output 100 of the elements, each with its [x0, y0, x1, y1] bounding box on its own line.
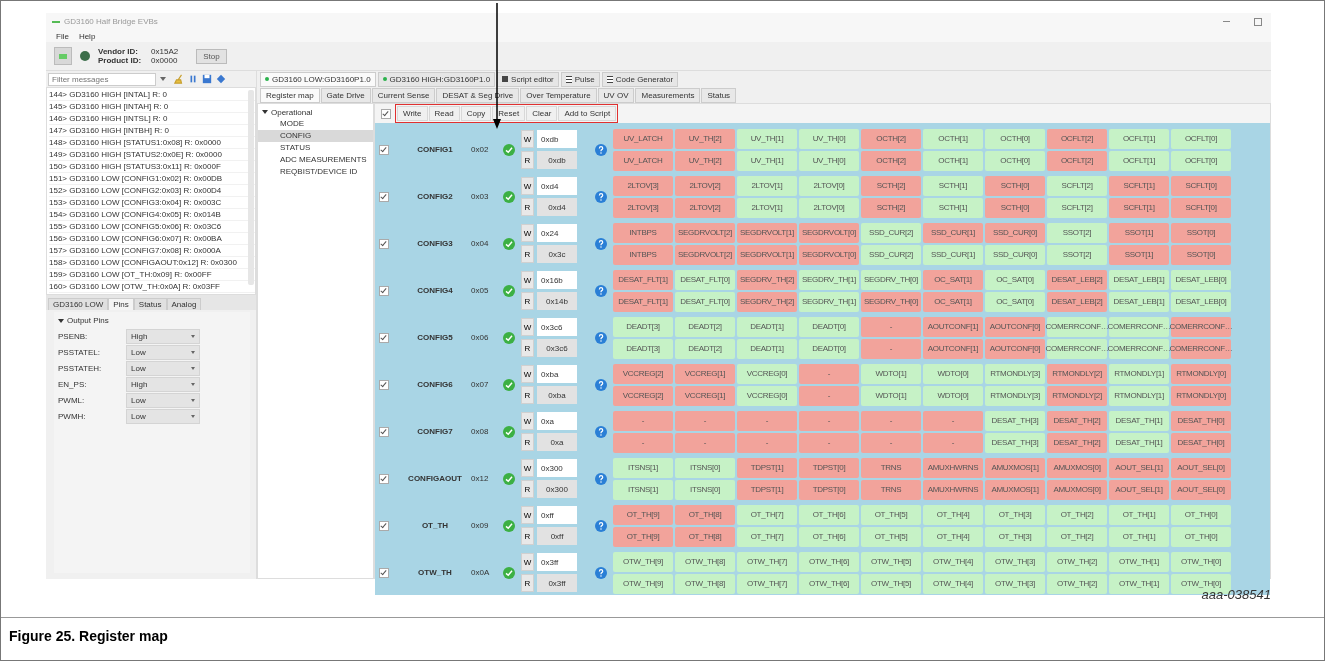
mode-button[interactable]: R — [521, 527, 534, 545]
panel-tab[interactable]: Status — [133, 298, 167, 310]
bit-cell[interactable]: DEADT[1] — [737, 338, 797, 359]
bit-cell[interactable]: RTMONDLY[1] — [1109, 363, 1169, 384]
bit-cell[interactable]: SSD_CUR[1] — [923, 244, 983, 265]
value-field[interactable]: 0xa — [537, 412, 577, 430]
bit-cell[interactable]: AOUTCONF[0] — [985, 338, 1045, 359]
filter-field[interactable]: Filter messages — [48, 72, 156, 86]
value-field[interactable]: 0x3ff — [537, 553, 577, 571]
bit-cell[interactable]: OTW_TH[8] — [675, 551, 735, 572]
bit-cell[interactable]: OC_SAT[1] — [923, 269, 983, 290]
bit-cell[interactable]: - — [799, 410, 859, 431]
value-field[interactable]: 0x24 — [537, 224, 577, 242]
bit-cell[interactable]: SEGDRVOLT[2] — [675, 244, 735, 265]
register-checkbox[interactable] — [379, 144, 389, 155]
help-icon[interactable] — [595, 331, 607, 344]
bit-cell[interactable]: DESAT_TH[0] — [1171, 410, 1231, 431]
bit-cell[interactable]: - — [861, 410, 921, 431]
bit-cell[interactable]: SCTH[1] — [923, 175, 983, 196]
bit-cell[interactable]: DEADT[1] — [737, 316, 797, 337]
section-tab[interactable]: Current Sense — [371, 87, 436, 103]
bit-cell[interactable]: WDTO[1] — [861, 385, 921, 406]
bit-cell[interactable]: SEGDRVOLT[1] — [737, 244, 797, 265]
tree-item[interactable]: ADC MEASUREMENTS — [258, 154, 373, 166]
bit-cell[interactable]: SEGDRV_TH[1] — [799, 269, 859, 290]
mode-button[interactable]: R — [521, 339, 534, 357]
section-tab[interactable]: UV OV — [597, 87, 635, 103]
bit-cell[interactable]: WDTO[0] — [923, 385, 983, 406]
mode-button[interactable]: W — [521, 553, 534, 571]
pin-dropdown[interactable]: Low — [126, 360, 200, 376]
bit-cell[interactable]: OT_TH[4] — [923, 526, 983, 547]
bit-cell[interactable]: OTW_TH[5] — [861, 573, 921, 594]
section-tab[interactable]: Status — [701, 87, 737, 103]
bit-cell[interactable]: SCFLT[2] — [1047, 197, 1107, 218]
register-checkbox[interactable] — [379, 520, 389, 531]
bit-cell[interactable]: SSOT[2] — [1047, 222, 1107, 243]
broom-icon[interactable] — [174, 74, 184, 84]
bit-cell[interactable]: SSOT[1] — [1109, 222, 1169, 243]
bit-cell[interactable]: UV_TH[0] — [799, 128, 859, 149]
value-field[interactable]: 0x16b — [537, 271, 577, 289]
bit-cell[interactable]: SEGDRVOLT[1] — [737, 222, 797, 243]
bit-cell[interactable]: OCFLT[1] — [1109, 150, 1169, 171]
bit-cell[interactable]: SSD_CUR[0] — [985, 244, 1045, 265]
bit-cell[interactable]: OT_TH[6] — [799, 526, 859, 547]
bit-cell[interactable]: AMUXHWRNS — [923, 479, 983, 500]
maximize-icon[interactable] — [1251, 16, 1265, 27]
tree-item[interactable]: CONFIG — [258, 130, 373, 142]
bit-cell[interactable]: RTMONDLY[3] — [985, 363, 1045, 384]
bit-cell[interactable]: DESAT_TH[1] — [1109, 432, 1169, 453]
expand-triangle-icon[interactable] — [58, 318, 64, 323]
bit-cell[interactable]: SEGDRV_TH[2] — [737, 291, 797, 312]
menu-item[interactable]: Help — [78, 31, 96, 41]
bit-cell[interactable]: OTW_TH[2] — [1047, 551, 1107, 572]
bit-cell[interactable]: AMUXMOS[0] — [1047, 479, 1107, 500]
bit-cell[interactable]: COMERRCONF… — [1047, 316, 1107, 337]
bit-cell[interactable]: SCFLT[0] — [1171, 175, 1231, 196]
value-field[interactable]: 0x3c6 — [537, 318, 577, 336]
bit-cell[interactable]: DEADT[2] — [675, 338, 735, 359]
help-icon[interactable] — [595, 284, 607, 297]
bit-cell[interactable]: TDPST[1] — [737, 457, 797, 478]
tree-item[interactable]: STATUS — [258, 142, 373, 154]
section-tab[interactable]: Gate Drive — [320, 87, 371, 103]
bit-cell[interactable]: DESAT_LEB[0] — [1171, 269, 1231, 290]
bit-cell[interactable]: VCCREG[2] — [613, 363, 673, 384]
bit-cell[interactable]: RTMONDLY[0] — [1171, 363, 1231, 384]
bit-cell[interactable]: RTMONDLY[1] — [1109, 385, 1169, 406]
dropdown-caret-icon[interactable] — [160, 77, 166, 81]
register-checkbox[interactable] — [379, 285, 389, 296]
pause-icon[interactable] — [188, 74, 198, 84]
bit-cell[interactable]: - — [675, 432, 735, 453]
bit-cell[interactable]: OTW_TH[1] — [1109, 573, 1169, 594]
bit-cell[interactable]: OT_TH[8] — [675, 504, 735, 525]
bit-cell[interactable]: OTW_TH[8] — [675, 573, 735, 594]
register-checkbox[interactable] — [379, 238, 389, 249]
register-checkbox[interactable] — [379, 191, 389, 202]
bit-cell[interactable]: RTMONDLY[3] — [985, 385, 1045, 406]
register-checkbox[interactable] — [379, 332, 389, 343]
bit-cell[interactable]: OT_TH[6] — [799, 504, 859, 525]
mode-button[interactable]: R — [521, 198, 534, 216]
bit-cell[interactable]: OT_TH[4] — [923, 504, 983, 525]
bit-cell[interactable]: DESAT_TH[0] — [1171, 432, 1231, 453]
bit-cell[interactable]: DESAT_LEB[0] — [1171, 291, 1231, 312]
select-all-checkbox[interactable] — [381, 108, 391, 119]
bit-cell[interactable]: UV_TH[2] — [675, 150, 735, 171]
bit-cell[interactable]: 2LTOV[3] — [613, 197, 673, 218]
scrollbar[interactable] — [248, 90, 254, 285]
bit-cell[interactable]: OT_TH[7] — [737, 504, 797, 525]
bit-cell[interactable]: DESAT_TH[3] — [985, 432, 1045, 453]
bit-cell[interactable]: OT_TH[9] — [613, 526, 673, 547]
bit-cell[interactable]: OC_SAT[0] — [985, 269, 1045, 290]
bit-cell[interactable]: OTW_TH[2] — [1047, 573, 1107, 594]
bit-cell[interactable]: OTW_TH[0] — [1171, 551, 1231, 572]
value-field[interactable]: 0x300 — [537, 459, 577, 477]
bit-cell[interactable]: - — [737, 432, 797, 453]
bit-cell[interactable]: AMUXHWRNS — [923, 457, 983, 478]
bit-cell[interactable]: RTMONDLY[2] — [1047, 363, 1107, 384]
bit-cell[interactable]: - — [737, 410, 797, 431]
mode-button[interactable]: W — [521, 271, 534, 289]
bit-cell[interactable]: UV_LATCH — [613, 128, 673, 149]
bit-cell[interactable]: OT_TH[2] — [1047, 526, 1107, 547]
